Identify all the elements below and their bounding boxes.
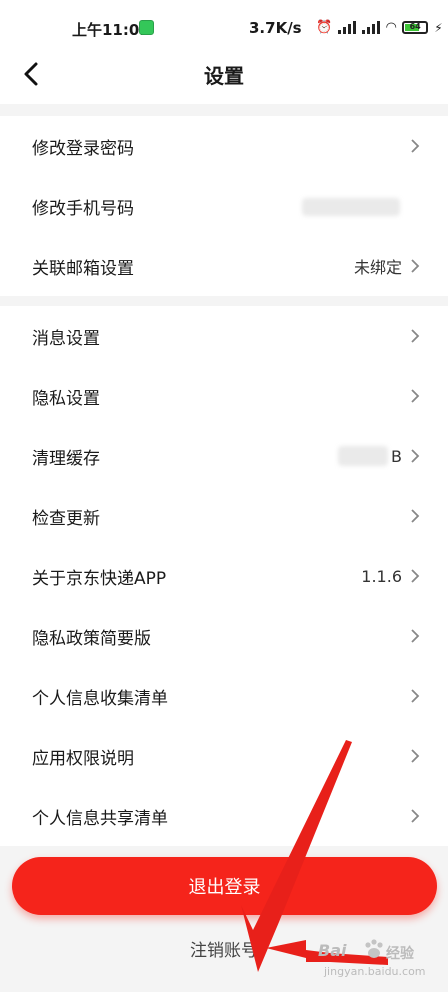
setting-row-info-collection-list[interactable]: 个人信息收集清单 — [0, 666, 448, 726]
charging-icon: ⚡ — [434, 20, 443, 35]
settings-group-account: 修改登录密码 修改手机号码 关联邮箱设置 未绑定 — [0, 116, 448, 296]
setting-row-clear-cache[interactable]: 清理缓存 B — [0, 426, 448, 486]
setting-label: 应用权限说明 — [32, 748, 134, 769]
setting-row-privacy[interactable]: 隐私设置 — [0, 366, 448, 426]
paw-icon — [365, 939, 383, 958]
chevron-right-icon — [410, 628, 420, 644]
status-icons: ⏰ ◠ 64 ⚡ — [316, 20, 443, 35]
setting-row-info-sharing-list[interactable]: 个人信息共享清单 — [0, 786, 448, 846]
battery-level: 64 — [409, 22, 421, 31]
baidu-jingyan-watermark: Bai 经验 jingyan.baidu.com — [318, 935, 438, 987]
setting-label: 修改登录密码 — [32, 138, 134, 159]
wifi-icon: ◠ — [386, 20, 397, 35]
setting-label: 隐私设置 — [32, 388, 100, 409]
app-notification-icon — [139, 20, 154, 35]
chevron-right-icon — [410, 748, 420, 764]
setting-label: 个人信息共享清单 — [32, 808, 168, 829]
masked-cache-size — [338, 446, 388, 466]
alarm-off-icon: ⏰ — [316, 20, 333, 35]
setting-row-permissions[interactable]: 应用权限说明 — [0, 726, 448, 786]
setting-label: 隐私政策简要版 — [32, 628, 151, 649]
nav-bar: 设置 — [0, 48, 448, 104]
setting-label: 个人信息收集清单 — [32, 688, 168, 709]
chevron-right-icon — [410, 448, 420, 464]
setting-row-privacy-policy-brief[interactable]: 隐私政策简要版 — [0, 606, 448, 666]
setting-row-email[interactable]: 关联邮箱设置 未绑定 — [0, 236, 448, 296]
setting-value: 未绑定 — [353, 258, 402, 277]
watermark-domain: jingyan.baidu.com — [324, 965, 426, 978]
setting-label: 关联邮箱设置 — [32, 258, 134, 279]
watermark-brand-left: Bai — [318, 941, 347, 960]
setting-label: 消息设置 — [32, 328, 100, 349]
setting-row-messages[interactable]: 消息设置 — [0, 306, 448, 366]
status-bar: 上午11:01 3.7K/s ⏰ ◠ 64 ⚡ — [0, 0, 448, 48]
setting-row-about[interactable]: 关于京东快递APP 1.1.6 — [0, 546, 448, 606]
chevron-right-icon — [410, 388, 420, 404]
setting-row-change-password[interactable]: 修改登录密码 — [0, 116, 448, 176]
chevron-right-icon — [410, 688, 420, 704]
chevron-right-icon — [410, 808, 420, 824]
setting-label: 关于京东快递APP — [32, 568, 167, 589]
app-version: 1.1.6 — [361, 566, 402, 586]
chevron-right-icon — [410, 258, 420, 274]
chevron-right-icon — [410, 508, 420, 524]
chevron-right-icon — [410, 568, 420, 584]
signal-icon — [362, 21, 381, 34]
page-title: 设置 — [204, 64, 244, 88]
settings-group-general: 消息设置 隐私设置 清理缓存 B 检查更新 关于京东快递APP 1.1.6 隐私… — [0, 306, 448, 846]
chevron-right-icon — [410, 328, 420, 344]
setting-value: B — [391, 446, 402, 466]
setting-row-check-update[interactable]: 检查更新 — [0, 486, 448, 546]
logout-button[interactable]: 退出登录 — [12, 857, 437, 915]
watermark-brand-right: 经验 — [386, 946, 414, 962]
signal-icon — [338, 21, 357, 34]
chevron-right-icon — [410, 138, 420, 154]
setting-row-change-phone[interactable]: 修改手机号码 — [0, 176, 448, 236]
setting-label: 检查更新 — [32, 508, 100, 529]
masked-phone-number — [302, 198, 400, 216]
battery-icon: 64 — [402, 21, 429, 34]
network-speed: 3.7K/s — [249, 19, 302, 37]
